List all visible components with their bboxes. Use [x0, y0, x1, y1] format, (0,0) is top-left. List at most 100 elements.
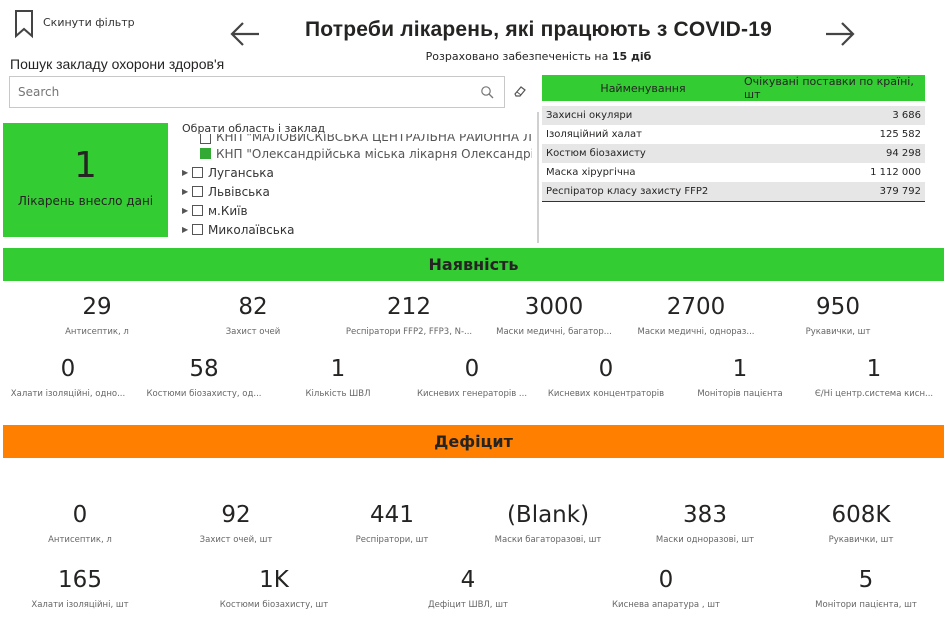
metric-value: 383 [683, 502, 727, 528]
metric-value: 3000 [524, 294, 584, 320]
table-row: Респіратор класу захисту FFP2 379 792 [542, 182, 925, 201]
metric-card: 3000 Маски медичні, багатор... [479, 294, 629, 337]
metric-label: Респіратори FFP2, FFP3, N-... [345, 327, 473, 337]
metric-value: 212 [387, 294, 431, 320]
metric-value: 0 [658, 567, 674, 593]
expand-caret-icon[interactable]: ▶ [182, 225, 190, 234]
metric-label: Антисептик, л [48, 535, 112, 545]
slicer-item-label: КНП "МАЛОВИСКІВСЬКА ЦЕНТРАЛЬНА РАЙОННА Л… [216, 134, 532, 144]
cell-value: 3 686 [892, 110, 921, 121]
metric-card: 1 Кількість ШВЛ [270, 356, 406, 399]
checkbox[interactable] [192, 205, 203, 216]
expand-caret-icon[interactable]: ▶ [182, 187, 190, 196]
arrow-right-icon[interactable] [824, 20, 856, 48]
metric-value: 0 [60, 356, 76, 382]
metric-label: Захист очей [225, 327, 281, 337]
slicer-item-region[interactable]: ▶ Луганська [182, 163, 532, 182]
metric-card: 5 Монітори пацієнта, шт [791, 567, 941, 610]
slicer-item-region[interactable]: ▶ Львівська [182, 182, 532, 201]
table-row: Ізоляційний халат 125 582 [542, 125, 925, 144]
metric-label: Костюми біозахисту, од... [146, 389, 262, 399]
metric-card: 165 Халати ізоляційні, шт [5, 567, 155, 610]
metric-card: 58 Костюми біозахисту, од... [136, 356, 272, 399]
metric-label: Захист очей, шт [199, 535, 273, 545]
page-subtitle: Розраховано забезпеченість на 15 діб [262, 50, 815, 63]
hospitals-count-value: 1 [74, 145, 97, 186]
metric-card: 2700 Маски медичні, однораз... [621, 294, 771, 337]
arrow-left-icon[interactable] [229, 20, 261, 48]
metric-value: 441 [370, 502, 414, 528]
bookmark-icon [15, 10, 33, 39]
cell-name: Респіратор класу захисту FFP2 [546, 186, 709, 197]
column-header-name[interactable]: Найменування [542, 75, 744, 101]
metric-label: Дефіцит ШВЛ, шт [428, 600, 508, 610]
cell-value: 94 298 [886, 148, 921, 159]
cell-value: 125 582 [879, 129, 921, 140]
reset-filter-button[interactable]: Скинути фільтр [13, 9, 135, 39]
metric-card: 92 Захист очей, шт [161, 502, 311, 545]
metric-card: 0 Антисептик, л [5, 502, 155, 545]
metric-value: 0 [598, 356, 614, 382]
table-row: Костюм біозахисту 94 298 [542, 144, 925, 163]
checkbox-checked[interactable] [200, 148, 211, 159]
table-row: Захисні окуляри 3 686 [542, 106, 925, 125]
metric-value: 1 [330, 356, 346, 382]
slicer-item-cut[interactable]: КНП "МАЛОВИСКІВСЬКА ЦЕНТРАЛЬНА РАЙОННА Л… [182, 134, 532, 144]
search-box [9, 76, 505, 108]
search-title: Пошук закладу охорони здоров'я [10, 56, 225, 72]
metric-label: Халати ізоляційні, одно... [10, 389, 126, 399]
metric-label: Кисневих концентраторів [547, 389, 665, 399]
slicer-item-label: м.Київ [208, 203, 248, 218]
metric-card: 0 Киснева апаратура , шт [591, 567, 741, 610]
metric-label: Рукавички, шт [805, 327, 871, 337]
page-title: Потреби лікарень, які працюють з COVID-1… [304, 18, 772, 41]
region-hospital-slicer: Обрати область і заклад КНП "МАЛОВИСКІВС… [182, 122, 532, 240]
search-icon[interactable] [480, 85, 494, 99]
hospitals-count-card: 1 Лікарень внесло дані [3, 123, 168, 237]
metric-card: 0 Кисневих концентраторів [538, 356, 674, 399]
expand-caret-icon[interactable]: ▶ [182, 168, 190, 177]
metric-label: Маски медичні, однораз... [637, 327, 755, 337]
table-row: Маска хірургічна 1 112 000 [542, 163, 925, 182]
hospitals-count-label: Лікарень внесло дані [17, 194, 154, 208]
metric-card: 212 Респіратори FFP2, FFP3, N-... [334, 294, 484, 337]
metric-card: 0 Кисневих генераторів ... [404, 356, 540, 399]
slicer-item-region[interactable]: ▶ Миколаївська [182, 220, 532, 239]
expand-caret-icon[interactable]: ▶ [182, 206, 190, 215]
subtitle-value: 15 діб [611, 50, 652, 63]
slicer-item-region[interactable]: ▶ м.Київ [182, 201, 532, 220]
subtitle-prefix: Розраховано забезпеченість на [425, 50, 612, 63]
metric-card: 0 Халати ізоляційні, одно... [0, 356, 136, 399]
metric-value: 82 [238, 294, 268, 320]
metric-card: 1 Є/Ні центр.система кисн... [806, 356, 942, 399]
slicer-item-label: КНП "Олександрійська міська лікарня Олек… [216, 146, 532, 161]
metric-value: 1 [866, 356, 882, 382]
cell-value: 1 112 000 [870, 167, 921, 178]
metric-card: 1 Моніторів пацієнта [672, 356, 808, 399]
metric-value: 0 [72, 502, 88, 528]
expected-supplies-table: Найменування Очікувані поставки по країн… [542, 75, 925, 202]
metric-label: Антисептик, л [65, 327, 129, 337]
search-input[interactable] [10, 77, 470, 107]
deficit-banner: Дефіцит [3, 425, 944, 458]
metric-label: Є/Ні центр.система кисн... [814, 389, 934, 399]
metric-label: Монітори пацієнта, шт [815, 600, 917, 610]
slicer-item-label: Львівська [208, 184, 270, 199]
metric-label: Кисневих генераторів ... [416, 389, 528, 399]
metric-label: Маски багаторазові, шт [494, 535, 602, 545]
metric-card: 29 Антисептик, л [22, 294, 172, 337]
checkbox[interactable] [192, 167, 203, 178]
cell-name: Ізоляційний халат [546, 129, 642, 140]
slicer-header: Обрати область і заклад [182, 122, 326, 135]
metric-value: 0 [464, 356, 480, 382]
metric-label: Респіратори, шт [355, 535, 429, 545]
checkbox[interactable] [192, 186, 203, 197]
column-header-value[interactable]: Очікувані поставки по країні, шт [744, 75, 925, 101]
metric-value: 92 [221, 502, 251, 528]
slicer-item-selected[interactable]: КНП "Олександрійська міська лікарня Олек… [182, 144, 532, 163]
table-header: Найменування Очікувані поставки по країн… [542, 75, 925, 101]
cell-name: Маска хірургічна [546, 167, 636, 178]
checkbox[interactable] [200, 134, 211, 144]
eraser-icon[interactable] [513, 84, 527, 98]
checkbox[interactable] [192, 224, 203, 235]
